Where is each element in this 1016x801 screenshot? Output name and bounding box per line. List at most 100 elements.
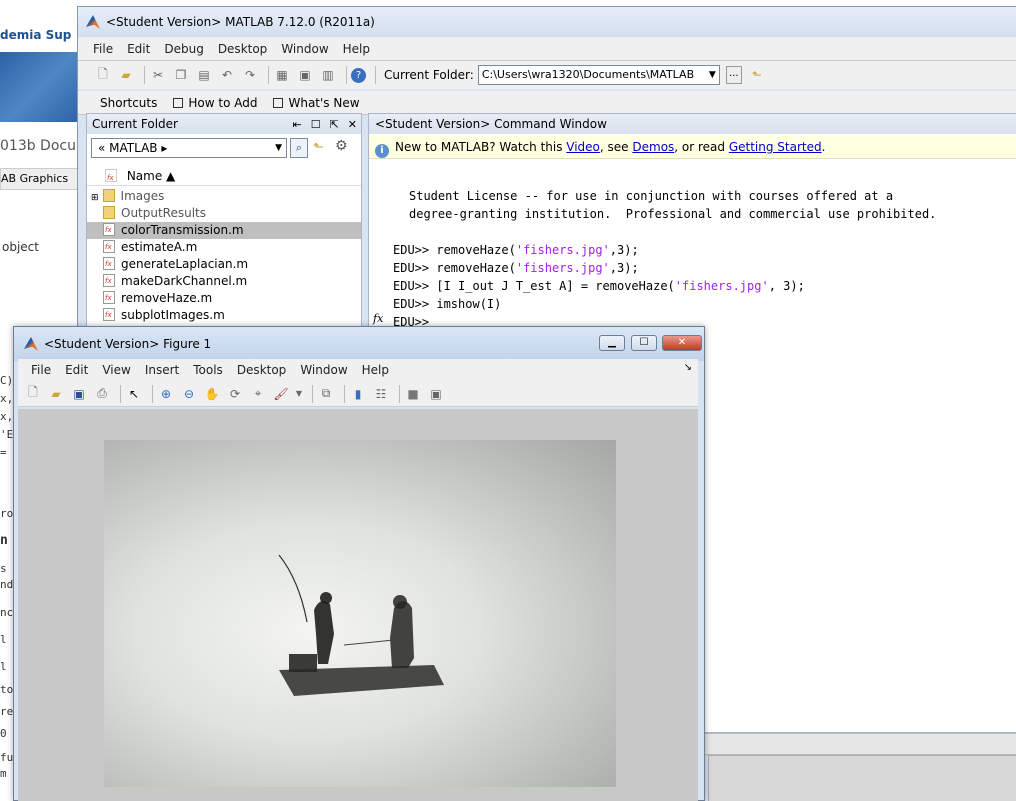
background-code-line: 'E bbox=[0, 428, 14, 441]
license-line-1: Student License -- for use in conjunctio… bbox=[409, 189, 894, 203]
demos-link[interactable]: Demos bbox=[632, 140, 674, 154]
save-icon[interactable]: ▣ bbox=[70, 385, 88, 403]
redo-icon[interactable]: ↷ bbox=[241, 66, 259, 84]
whats-new-link[interactable]: What's New bbox=[273, 95, 360, 110]
undock-icon[interactable]: ⇤ bbox=[292, 118, 301, 131]
list-item-file[interactable]: generateLaplacian.m bbox=[87, 256, 361, 273]
guide-icon[interactable]: ▣ bbox=[296, 66, 314, 84]
function-browser-icon[interactable]: fx bbox=[373, 312, 383, 325]
how-to-add-link[interactable]: How to Add bbox=[173, 96, 257, 110]
foggy-fishermen-image bbox=[104, 440, 616, 787]
list-item-folder[interactable]: ⊞ Images bbox=[87, 188, 361, 205]
folder-icon bbox=[103, 206, 115, 219]
menu-debug[interactable]: Debug bbox=[157, 42, 210, 56]
command-line: EDU>> removeHaze('fishers.jpg',3); bbox=[393, 261, 639, 275]
fig-menu-tools[interactable]: Tools bbox=[186, 363, 230, 377]
profiler-icon[interactable]: ▥ bbox=[319, 66, 337, 84]
list-item-folder[interactable]: OutputResults bbox=[87, 205, 361, 222]
zoom-out-icon[interactable]: ⊖ bbox=[180, 385, 198, 403]
simulink-icon[interactable]: ▦ bbox=[273, 66, 291, 84]
data-cursor-icon[interactable]: ⌖ bbox=[249, 385, 267, 403]
command-line: EDU>> removeHaze('fishers.jpg',3); bbox=[393, 243, 639, 257]
background-text: nc bbox=[0, 606, 14, 619]
fig-menu-help[interactable]: Help bbox=[355, 363, 396, 377]
fig-menu-view[interactable]: View bbox=[95, 363, 137, 377]
toolbar-separator bbox=[152, 384, 153, 403]
name-column-label: Name ▲ bbox=[126, 169, 176, 183]
current-folder-path-field[interactable]: C:\Users\wra1320\Documents\MATLAB ▼ bbox=[477, 65, 720, 85]
chevron-down-icon[interactable]: ▼ bbox=[295, 385, 303, 403]
close-icon[interactable]: ✕ bbox=[348, 118, 357, 131]
expand-icon[interactable]: ⊞ bbox=[91, 193, 99, 203]
maximize-icon[interactable]: ☐ bbox=[311, 118, 321, 131]
list-item-file[interactable]: makeDarkChannel.m bbox=[87, 273, 361, 290]
dock-arrow-icon[interactable]: ↘ bbox=[684, 362, 692, 373]
video-link[interactable]: Video bbox=[566, 140, 600, 154]
undo-icon[interactable]: ↶ bbox=[218, 66, 236, 84]
open-icon[interactable]: ▰ bbox=[117, 66, 135, 84]
toolbar-separator bbox=[312, 384, 313, 403]
dock-icon[interactable]: ⇱ bbox=[330, 118, 339, 131]
folder-breadcrumb[interactable]: « MATLAB ▸ ▼ bbox=[91, 138, 287, 158]
main-window-title: <Student Version> MATLAB 7.12.0 (R2011a) bbox=[106, 15, 375, 29]
rotate-icon[interactable]: ⟳ bbox=[226, 385, 244, 403]
search-icon[interactable]: ⌕ bbox=[290, 138, 308, 158]
zoom-in-icon[interactable]: ⊕ bbox=[157, 385, 175, 403]
paste-icon[interactable]: ▤ bbox=[195, 66, 213, 84]
close-button[interactable]: ✕ bbox=[662, 335, 702, 351]
menu-file[interactable]: File bbox=[86, 42, 120, 56]
print-icon[interactable]: ⎙ bbox=[93, 385, 111, 403]
help-icon[interactable]: ? bbox=[351, 67, 366, 83]
list-item-file[interactable]: removeHaze.m bbox=[87, 290, 361, 307]
folder-up-icon[interactable]: ⬑ bbox=[748, 66, 766, 84]
whats-new-label: What's New bbox=[288, 95, 360, 110]
background-text: to bbox=[0, 683, 14, 696]
list-item-file[interactable]: subplotImages.m bbox=[87, 307, 361, 324]
cut-icon[interactable]: ✂ bbox=[149, 66, 167, 84]
pointer-icon[interactable]: ↖ bbox=[125, 385, 143, 403]
brush-icon[interactable]: 🖌 bbox=[272, 385, 290, 403]
hide-plot-tools-icon[interactable]: ■ bbox=[404, 385, 422, 403]
getting-started-link[interactable]: Getting Started bbox=[729, 140, 822, 154]
info-text: . bbox=[821, 140, 826, 154]
current-folder-pane: Current Folder ⇤ ☐ ⇱ ✕ « MATLAB ▸ ▼ ⌕ ⬑ … bbox=[86, 113, 362, 333]
list-item-file[interactable]: estimateA.m bbox=[87, 239, 361, 256]
m-file-icon bbox=[103, 222, 115, 239]
chevron-down-icon[interactable]: ▼ bbox=[709, 66, 716, 84]
folder-up-icon[interactable]: ⬑ bbox=[313, 140, 324, 155]
fig-menu-file[interactable]: File bbox=[24, 363, 58, 377]
new-file-icon[interactable]: 🗋 bbox=[94, 66, 112, 84]
pan-icon[interactable]: ✋ bbox=[203, 385, 221, 403]
copy-icon[interactable]: ❐ bbox=[172, 66, 190, 84]
maximize-button[interactable]: ☐ bbox=[631, 335, 657, 351]
command-line: EDU>> [I I_out J T_est A] = removeHaze('… bbox=[393, 279, 805, 293]
fig-menu-window[interactable]: Window bbox=[293, 363, 354, 377]
menu-desktop[interactable]: Desktop bbox=[211, 42, 275, 56]
menu-edit[interactable]: Edit bbox=[120, 42, 157, 56]
gear-icon[interactable]: ⚙ bbox=[335, 138, 348, 154]
main-title-bar[interactable]: <Student Version> MATLAB 7.12.0 (R2011a) bbox=[78, 7, 1016, 37]
name-column-header[interactable]: Name ▲ bbox=[87, 166, 361, 188]
new-file-icon[interactable]: 🗋 bbox=[24, 385, 42, 403]
figure-canvas[interactable] bbox=[18, 409, 698, 801]
chevron-down-icon[interactable]: ▼ bbox=[275, 139, 282, 157]
fig-menu-edit[interactable]: Edit bbox=[58, 363, 95, 377]
list-item-file-selected[interactable]: colorTransmission.m bbox=[87, 222, 361, 239]
info-text: , see bbox=[599, 140, 633, 154]
fig-menu-insert[interactable]: Insert bbox=[138, 363, 186, 377]
command-line: EDU>> imshow(I) bbox=[393, 297, 502, 311]
show-plot-tools-icon[interactable]: ▣ bbox=[427, 385, 445, 403]
current-folder-title: Current Folder bbox=[92, 117, 178, 131]
fig-menu-desktop[interactable]: Desktop bbox=[230, 363, 294, 377]
legend-icon[interactable]: ☷ bbox=[372, 385, 390, 403]
m-file-icon bbox=[103, 273, 115, 290]
colorbar-icon[interactable]: ▮ bbox=[349, 385, 367, 403]
minimize-button[interactable]: ▁ bbox=[599, 335, 625, 351]
shortcuts-label[interactable]: Shortcuts bbox=[100, 96, 157, 110]
menu-window[interactable]: Window bbox=[274, 42, 335, 56]
menu-help[interactable]: Help bbox=[336, 42, 377, 56]
link-plot-icon[interactable]: ⧉ bbox=[317, 385, 335, 403]
license-line-2: degree-granting institution. Professiona… bbox=[409, 207, 937, 221]
open-icon[interactable]: ▰ bbox=[47, 385, 65, 403]
browse-folder-button[interactable]: ... bbox=[725, 66, 742, 84]
